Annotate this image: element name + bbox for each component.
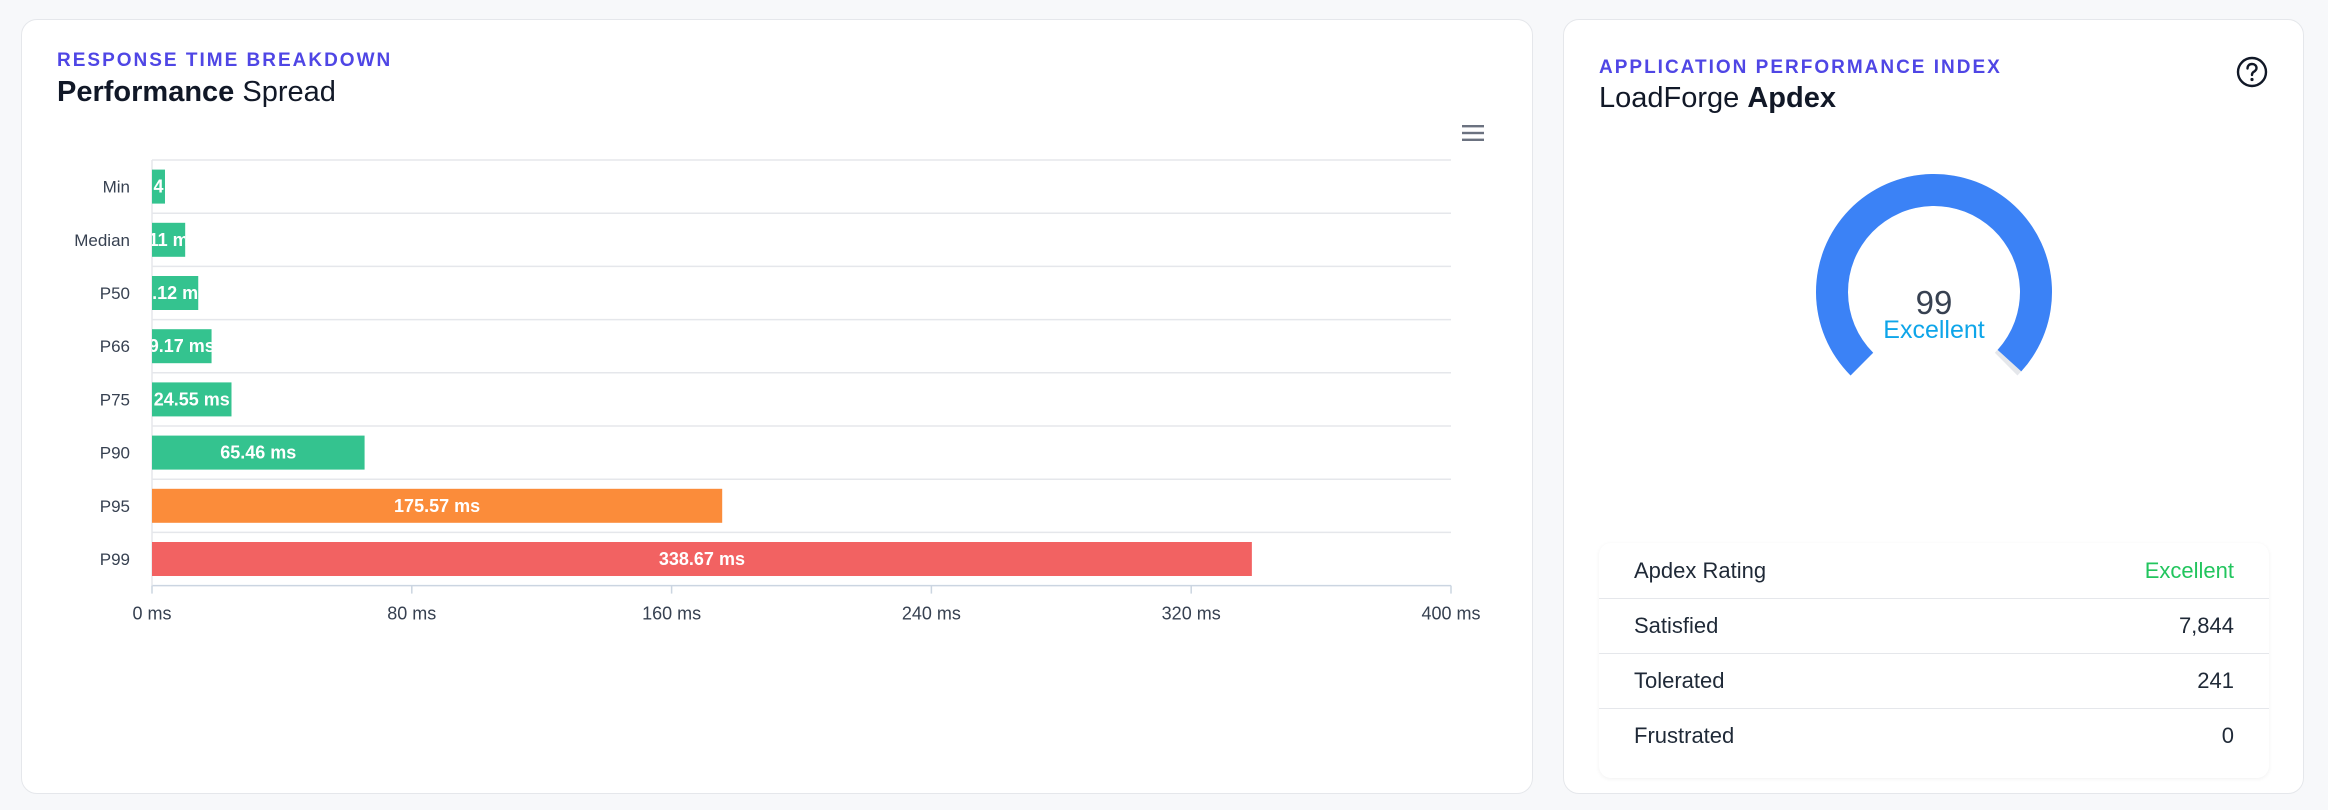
row-label: Tolerated: [1634, 668, 1725, 693]
apdex-gauge: 99 Excellent: [1816, 174, 2052, 376]
apdex-row-satisfied: Satisfied 7,844: [1599, 598, 2269, 653]
bar-value-label: 11 m: [149, 230, 189, 250]
category-label: P50: [100, 284, 130, 303]
gauge-label: Excellent: [1883, 316, 1984, 344]
category-label: P75: [100, 390, 130, 409]
response-time-card: RESPONSE TIME BREAKDOWN Performance Spre…: [21, 19, 1533, 794]
x-tick-label: 400 ms: [1421, 604, 1480, 624]
row-value: 241: [2197, 668, 2234, 693]
bar-value-label: 9.17 ms: [149, 336, 215, 356]
gauge-fill: [1816, 174, 2052, 376]
bar-value-label: 4: [153, 177, 163, 197]
apdex-row-frustrated: Frustrated 0: [1599, 708, 2269, 763]
category-label: P99: [100, 550, 130, 569]
category-label: Median: [74, 231, 130, 250]
x-tick-label: 240 ms: [902, 604, 961, 624]
x-tick-label: 0 ms: [132, 604, 171, 624]
x-tick-label: 320 ms: [1162, 604, 1221, 624]
apdex-card: APPLICATION PERFORMANCE INDEX LoadForge …: [1563, 19, 2304, 794]
row-value: 0: [2221, 723, 2234, 748]
category-label: Min: [103, 178, 130, 197]
bar-value-label: .12 m: [152, 283, 198, 303]
bar-value-label: 24.55 ms: [154, 389, 230, 409]
row-label: Satisfied: [1634, 613, 1719, 638]
x-tick-label: 160 ms: [642, 604, 701, 624]
apdex-stats-table: Apdex Rating Excellent Satisfied 7,844 T…: [1599, 543, 2269, 778]
performance-spread-chart: 4 11 m .12 m 9.17 ms 24.55 ms 65.46 ms 175.57 …: [74, 159, 1481, 624]
row-label: Apdex Rating: [1634, 557, 1767, 583]
row-value: Excellent: [2144, 557, 2234, 583]
bar-value-label: 338.67 ms: [659, 549, 745, 569]
x-tick-label: 80 ms: [387, 604, 436, 624]
category-label: P90: [100, 444, 130, 463]
category-label: P95: [100, 497, 130, 516]
row-value: 7,844: [2178, 613, 2234, 638]
row-label: Frustrated: [1634, 723, 1735, 748]
apdex-row-rating: Apdex Rating Excellent: [1599, 543, 2269, 598]
apdex-row-tolerated: Tolerated 241: [1599, 653, 2269, 708]
bar-value-label: 175.57 ms: [394, 496, 480, 516]
bar-value-label: 65.46 ms: [220, 443, 296, 463]
category-label: P66: [100, 337, 130, 356]
